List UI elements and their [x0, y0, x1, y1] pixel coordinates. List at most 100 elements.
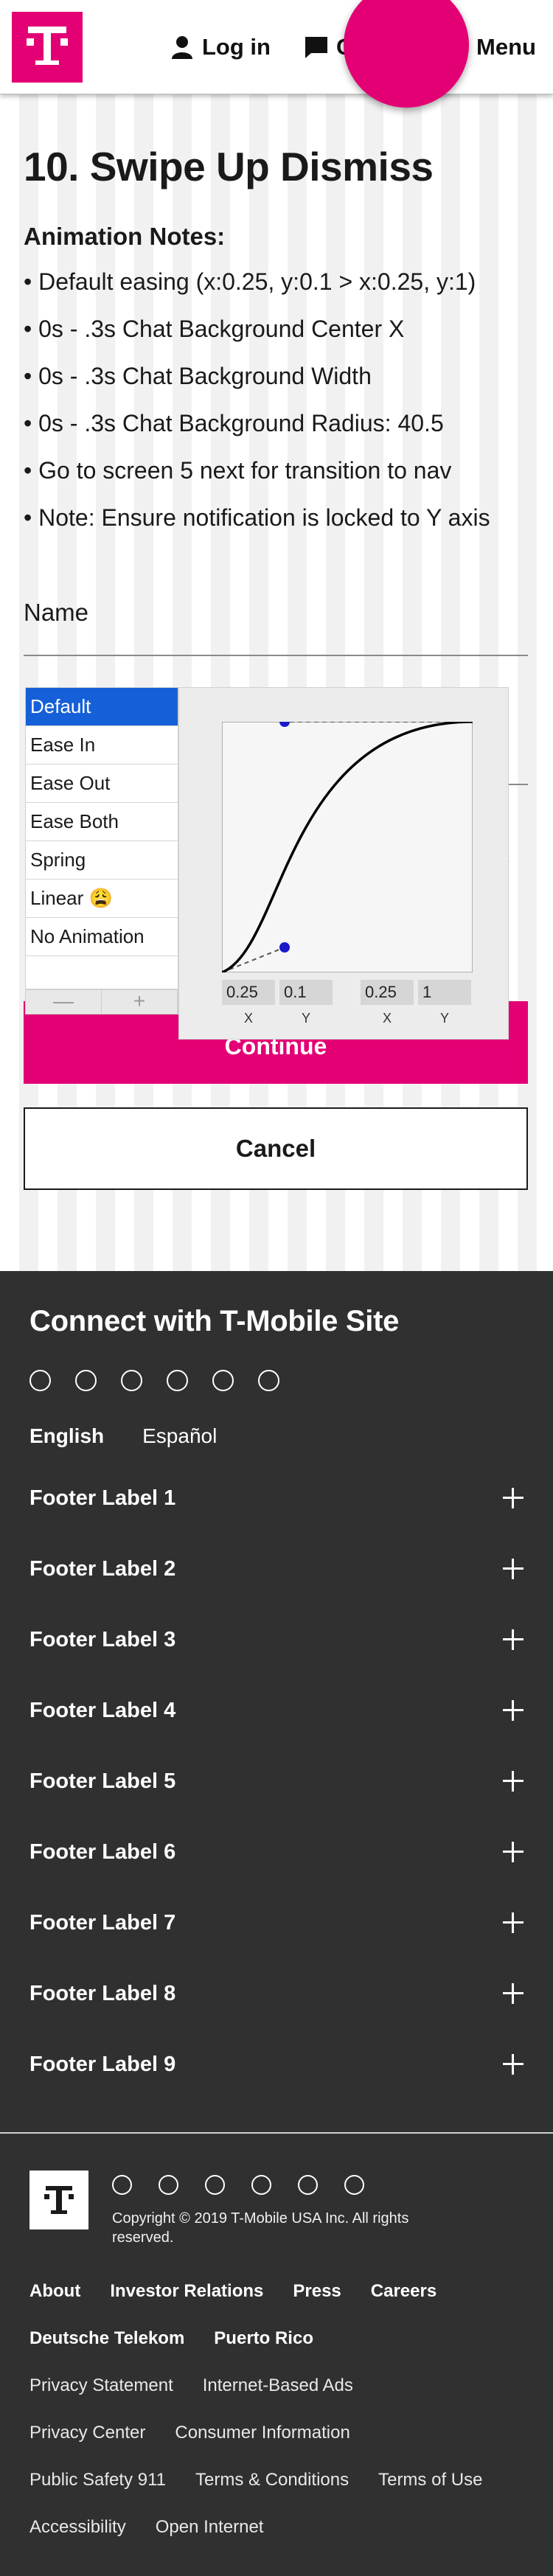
plus-icon — [503, 1842, 524, 1862]
social-icon[interactable] — [167, 1370, 188, 1391]
point2-x-label: X — [382, 1011, 392, 1026]
social-icon[interactable] — [29, 1370, 51, 1391]
footer-title: Connect with T-Mobile Site — [29, 1305, 400, 1337]
social-icon[interactable] — [344, 2175, 364, 2195]
accordion-label: Footer Label 6 — [29, 1839, 176, 1864]
social-icon[interactable] — [258, 1370, 279, 1391]
cancel-label: Cancel — [235, 1135, 316, 1162]
plus-icon — [503, 1629, 524, 1650]
footer-accordion-item[interactable]: Footer Label 7 — [29, 1887, 524, 1958]
footer-accordion-item[interactable]: Footer Label 3 — [29, 1604, 524, 1675]
point2-y-input[interactable]: 1 — [418, 980, 471, 1005]
remove-preset-button[interactable]: — — [26, 990, 102, 1014]
control-point-1-handle[interactable] — [279, 942, 290, 953]
footer-link-open-internet[interactable]: Open Internet — [156, 2517, 264, 2538]
social-icon[interactable] — [112, 2175, 132, 2195]
footer-link-consumer-information[interactable]: Consumer Information — [175, 2423, 349, 2443]
footer-link-accessibility[interactable]: Accessibility — [29, 2517, 126, 2538]
footer-accordion-item[interactable]: Footer Label 1 — [29, 1463, 524, 1534]
footer-accordion-item[interactable]: Footer Label 5 — [29, 1746, 524, 1817]
easing-preset-list: Default Ease In Ease Out Ease Both Sprin… — [25, 687, 178, 995]
main-content: 10. Swipe Up Dismiss Animation Notes: • … — [0, 94, 553, 1271]
footer-link-deutsche-telekom[interactable]: Deutsche Telekom — [29, 2328, 184, 2349]
user-icon — [172, 36, 192, 59]
login-link[interactable]: Log in — [171, 32, 271, 62]
point2-y-label: Y — [439, 1011, 449, 1026]
name-input-underline[interactable] — [24, 655, 528, 656]
cancel-button[interactable]: Cancel — [24, 1107, 528, 1190]
bezier-graph[interactable] — [222, 722, 473, 972]
social-icon[interactable] — [251, 2175, 271, 2195]
footer-accordion-item[interactable]: Footer Label 4 — [29, 1675, 524, 1746]
preset-spring[interactable]: Spring — [26, 841, 178, 880]
language-spanish[interactable]: Español — [142, 1424, 217, 1448]
accordion-label: Footer Label 9 — [29, 2052, 176, 2076]
footer-link-privacy-statement[interactable]: Privacy Statement — [29, 2375, 173, 2396]
footer-accordion-item[interactable]: Footer Label 8 — [29, 1958, 524, 2029]
footer-link-press[interactable]: Press — [293, 2281, 341, 2302]
add-preset-button[interactable]: + — [102, 990, 178, 1014]
plus-icon — [503, 1771, 524, 1792]
language-switcher: English Español — [29, 1424, 217, 1448]
footer-t-logo[interactable] — [29, 2171, 88, 2229]
plus-icon — [503, 1912, 524, 1933]
preset-ease-both[interactable]: Ease Both — [26, 803, 178, 841]
footer-secondary-links: Public Safety 911 Terms & Conditions Ter… — [29, 2470, 482, 2490]
t-logo-icon — [44, 2186, 74, 2214]
point1-y-label: Y — [301, 1011, 310, 1026]
animation-note: • Go to screen 5 next for transition to … — [24, 457, 452, 484]
social-icon[interactable] — [205, 2175, 225, 2195]
footer-primary-links: About Investor Relations Press Careers — [29, 2281, 437, 2302]
language-english[interactable]: English — [29, 1424, 104, 1448]
plus-icon — [503, 1559, 524, 1579]
footer-link-puerto-rico[interactable]: Puerto Rico — [214, 2328, 313, 2349]
animation-note: • 0s - .3s Chat Background Radius: 40.5 — [24, 410, 444, 436]
accordion-label: Footer Label 7 — [29, 1910, 176, 1935]
chat-bubble-icon — [305, 37, 327, 58]
animation-note: • 0s - .3s Chat Background Center X — [24, 316, 405, 342]
login-label: Log in — [202, 34, 271, 60]
footer-link-careers[interactable]: Careers — [371, 2281, 437, 2302]
footer-secondary-links: Accessibility Open Internet — [29, 2517, 263, 2538]
footer-link-investor-relations[interactable]: Investor Relations — [110, 2281, 263, 2302]
graph-frame — [222, 722, 473, 972]
footer-link-public-safety[interactable]: Public Safety 911 — [29, 2470, 166, 2490]
preset-list-toolbar: — + — [25, 989, 178, 1014]
site-footer: Connect with T-Mobile Site English Españ… — [0, 1271, 553, 2576]
social-links — [29, 1370, 279, 1391]
preset-linear[interactable]: Linear 😩 — [26, 880, 178, 918]
accordion-label: Footer Label 5 — [29, 1769, 176, 1793]
point1-x-input[interactable]: 0.25 — [222, 980, 275, 1005]
accordion-label: Footer Label 8 — [29, 1981, 176, 2005]
page-title: 10. Swipe Up Dismiss — [24, 144, 434, 189]
animation-notes-heading: Animation Notes: — [24, 223, 226, 250]
menu-button[interactable]: Menu — [476, 32, 536, 62]
preset-default[interactable]: Default — [26, 688, 178, 726]
preset-ease-in[interactable]: Ease In — [26, 726, 178, 765]
accordion-label: Footer Label 3 — [29, 1627, 176, 1651]
footer-social-links — [112, 2175, 364, 2195]
social-icon[interactable] — [159, 2175, 178, 2195]
social-icon[interactable] — [212, 1370, 234, 1391]
accordion-label: Footer Label 4 — [29, 1698, 176, 1722]
footer-link-terms-of-use[interactable]: Terms of Use — [378, 2470, 482, 2490]
menu-label: Menu — [476, 34, 536, 60]
preset-ease-out[interactable]: Ease Out — [26, 765, 178, 803]
point2-x-input[interactable]: 0.25 — [361, 980, 414, 1005]
footer-accordion-item[interactable]: Footer Label 9 — [29, 2029, 524, 2100]
animation-note: • 0s - .3s Chat Background Width — [24, 363, 372, 389]
social-icon[interactable] — [298, 2175, 318, 2195]
social-icon[interactable] — [121, 1370, 142, 1391]
social-icon[interactable] — [75, 1370, 97, 1391]
footer-accordion-item[interactable]: Footer Label 2 — [29, 1534, 524, 1604]
footer-link-terms-conditions[interactable]: Terms & Conditions — [195, 2470, 349, 2490]
footer-link-about[interactable]: About — [29, 2281, 80, 2302]
footer-divider — [0, 2132, 553, 2134]
footer-link-internet-based-ads[interactable]: Internet-Based Ads — [203, 2375, 353, 2396]
preset-no-animation[interactable]: No Animation — [26, 918, 178, 956]
t-mobile-logo[interactable] — [12, 12, 83, 83]
plus-icon — [503, 1488, 524, 1508]
point1-y-input[interactable]: 0.1 — [279, 980, 333, 1005]
footer-accordion-item[interactable]: Footer Label 6 — [29, 1817, 524, 1887]
footer-link-privacy-center[interactable]: Privacy Center — [29, 2423, 145, 2443]
